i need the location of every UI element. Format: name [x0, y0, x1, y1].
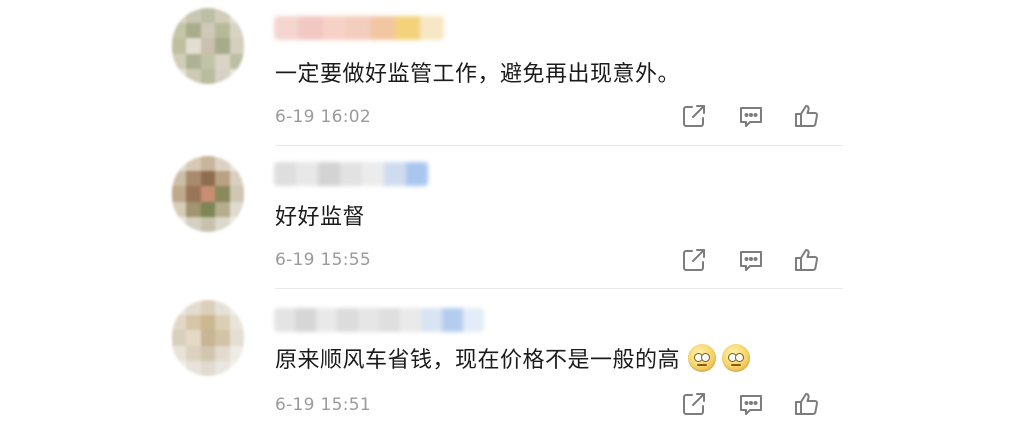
- comment-icon: [740, 251, 762, 271]
- share-button[interactable]: [680, 390, 708, 418]
- reply-button[interactable]: [737, 102, 765, 130]
- comment-timestamp: 6-19 16:02: [275, 107, 371, 127]
- comment-text: 原来顺风车省钱，现在价格不是一般的高: [275, 342, 751, 374]
- share-icon: [683, 393, 705, 415]
- reply-button[interactable]: [737, 246, 765, 274]
- share-button[interactable]: [680, 102, 708, 130]
- share-icon: [683, 105, 705, 127]
- share-button[interactable]: [680, 246, 708, 274]
- username-blurred[interactable]: [274, 16, 444, 40]
- comment-text: 好好监督: [275, 205, 366, 230]
- comment-text: 一定要做好监管工作，避免再出现意外。: [275, 62, 681, 87]
- avatar[interactable]: [172, 8, 244, 84]
- avatar[interactable]: [172, 300, 244, 376]
- like-button[interactable]: [792, 102, 820, 130]
- comment-timestamp: 6-19 15:51: [275, 395, 371, 415]
- share-icon: [683, 249, 705, 271]
- username-blurred[interactable]: [274, 308, 484, 332]
- divider: [275, 145, 843, 146]
- avatar[interactable]: [172, 156, 244, 232]
- like-button[interactable]: [792, 246, 820, 274]
- divider: [275, 288, 843, 289]
- thinking-face-emoji: [688, 344, 717, 372]
- like-button[interactable]: [792, 390, 820, 418]
- comment-icon: [740, 395, 762, 415]
- reply-button[interactable]: [737, 390, 765, 418]
- comment-timestamp: 6-19 15:55: [275, 250, 371, 270]
- thinking-face-emoji: [722, 344, 751, 372]
- like-icon: [795, 105, 818, 127]
- comment-icon: [740, 107, 762, 127]
- like-icon: [795, 249, 818, 271]
- username-blurred[interactable]: [274, 162, 428, 186]
- like-icon: [795, 393, 818, 415]
